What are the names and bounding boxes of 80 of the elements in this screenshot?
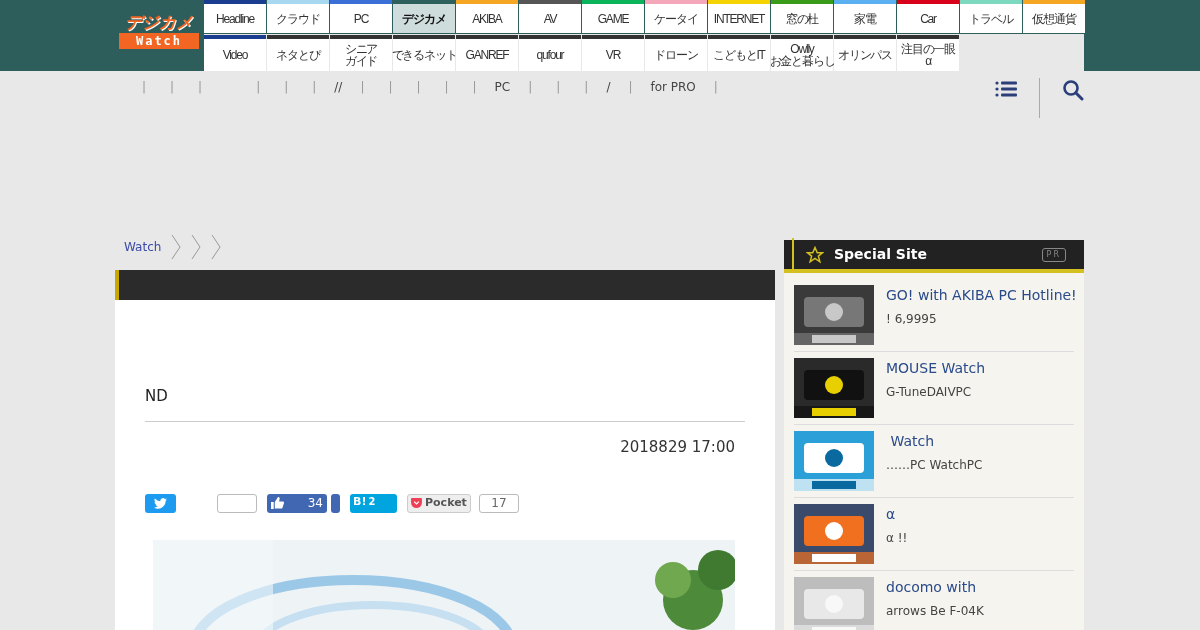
nav-tab[interactable]: GANREF <box>456 35 518 71</box>
special-site-item[interactable]: MOUSE Watch G-TuneDAIVPC <box>794 358 1074 425</box>
sidebar-title: Special Site <box>834 245 928 264</box>
share-count <box>217 493 257 513</box>
item-title: Watch <box>889 432 936 451</box>
nav-separator: | <box>283 79 290 96</box>
nav-separator: | <box>712 79 719 96</box>
nav-separator: | <box>555 79 562 96</box>
chevron-icon <box>211 234 222 260</box>
special-site-item[interactable]: α α !! <box>794 504 1074 571</box>
nav-tab[interactable]: Headline <box>204 0 266 33</box>
thumbs-up-icon <box>271 497 284 509</box>
nav-separator: | <box>141 79 148 96</box>
item-title: MOUSE Watch <box>886 359 986 378</box>
nav-separator: | <box>527 79 534 96</box>
nav-tab[interactable]: qufour <box>519 35 581 71</box>
pocket-button[interactable]: Pocket <box>407 493 471 513</box>
pr-label: PR <box>1041 247 1066 262</box>
nav-separator: | <box>169 79 176 96</box>
nav-tab[interactable]: AKIBA <box>456 0 518 33</box>
item-text: ……PC WatchPC <box>886 457 983 474</box>
nav-tab[interactable]: 家電 <box>834 0 896 33</box>
item-text: ! 6,9995 <box>886 311 938 328</box>
nav-tab[interactable]: トラベル <box>960 0 1022 33</box>
nav-link[interactable]: for PRO <box>644 78 702 96</box>
nav-tab[interactable]: AV <box>519 0 581 33</box>
special-site-item[interactable]: GO! with AKIBA PC Hotline! ! 6,9995 <box>794 285 1074 352</box>
nav-separator: | <box>197 79 204 96</box>
nav-tab[interactable]: オリンパス <box>834 35 896 71</box>
article-title: ND <box>145 386 169 406</box>
nav-tab[interactable]: VR <box>582 35 644 71</box>
nav-tab[interactable]: INTERNET <box>708 0 770 33</box>
nav-tab[interactable]: ケータイ <box>645 0 707 33</box>
item-title: α <box>886 505 897 524</box>
nav-link[interactable]: // <box>328 78 349 96</box>
nav-link[interactable]: PC <box>488 78 517 96</box>
nav-tab[interactable]: クラウド <box>267 0 329 33</box>
nav-tab[interactable]: Car <box>897 0 959 33</box>
nav-separator: | <box>255 79 262 96</box>
menu-icon[interactable] <box>995 80 1017 98</box>
nav-tab[interactable]: できるネット <box>393 35 455 71</box>
nav-separator: | <box>415 79 422 96</box>
search-icon[interactable] <box>1062 79 1084 101</box>
nav-tab[interactable]: シニア ガイド <box>330 35 392 71</box>
item-text: G-TuneDAIVPC <box>886 384 973 401</box>
item-text: α !! <box>886 530 908 547</box>
nav-tab[interactable]: ネタとぴ <box>267 35 329 71</box>
tweet-button[interactable] <box>145 493 176 513</box>
article-date: 2018829 17:00 <box>619 437 736 458</box>
item-title: GO! with AKIBA PC Hotline! <box>886 286 1077 305</box>
nav-tab[interactable]: Owlly お金と暮らし <box>771 35 833 71</box>
star-icon <box>806 245 824 264</box>
share-button[interactable] <box>331 493 340 513</box>
nav-tab[interactable]: PC <box>330 0 392 33</box>
nav-tab[interactable]: Video <box>204 35 266 71</box>
nav-separator: | <box>311 79 318 96</box>
nav-tab[interactable]: GAME <box>582 0 644 33</box>
nav-tab[interactable]: こどもとIT <box>708 35 770 71</box>
nav-tab[interactable]: 注目の一眼 α <box>897 35 959 71</box>
nav-separator: | <box>387 79 394 96</box>
item-title: docomo with <box>886 578 978 597</box>
item-text: arrows Be F-04K <box>886 603 984 620</box>
special-site-item[interactable]: docomo with arrows Be F-04K <box>794 577 1074 630</box>
nav-separator: | <box>359 79 366 96</box>
nav-separator: | <box>443 79 450 96</box>
share-count: 17 <box>478 493 519 513</box>
like-button[interactable]: 34 <box>267 493 327 513</box>
nav-tab[interactable]: ドローン <box>645 35 707 71</box>
nav-tab[interactable]: 仮想通貨 <box>1023 0 1085 33</box>
chevron-icon <box>171 234 182 260</box>
chevron-icon <box>191 234 202 260</box>
special-site-item[interactable]: Watch ……PC WatchPC <box>794 431 1074 498</box>
bird-icon <box>154 497 167 509</box>
nav-separator: | <box>583 79 590 96</box>
breadcrumb-link[interactable]: Watch <box>124 238 162 256</box>
nav-separator: | <box>627 79 634 96</box>
nav-tab[interactable]: 窓の杜 <box>771 0 833 33</box>
nav-link[interactable]: / <box>600 78 617 96</box>
nav-separator: | <box>471 79 478 96</box>
pocket-icon <box>411 498 422 508</box>
